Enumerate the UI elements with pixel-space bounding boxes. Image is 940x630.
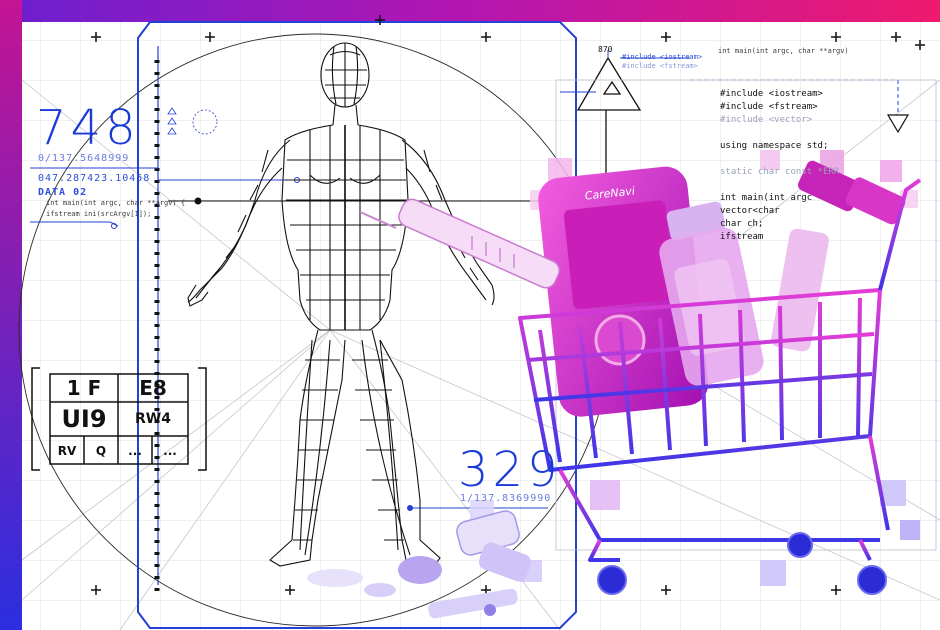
label-cell: 1 F (66, 376, 102, 400)
readout-bottom-sub: 1/137.8369990 (460, 493, 552, 504)
code-block: #include <iostream> #include <fstream> #… (720, 88, 839, 244)
code-line: #include <fstream> (720, 102, 818, 112)
label-cell: Q (95, 444, 107, 458)
code-line: ifstream (720, 232, 764, 242)
top-marker-line1: #include <iostream> (622, 53, 703, 61)
top-gradient-bar (0, 0, 940, 22)
label-cell: RV (57, 444, 77, 458)
code-line: #include <iostream> (720, 89, 823, 99)
top-marker-value: 870 (598, 45, 613, 54)
label-cell: UI9 (61, 405, 107, 433)
code-line: vector<char (720, 206, 780, 216)
readout-left-value: 748 (36, 100, 140, 156)
top-marker-line2: #include <fstream> (622, 62, 698, 70)
label-cell: ... (128, 444, 142, 458)
readout-left-sub: 0/137.5648999 (38, 153, 130, 164)
code-line: static char const *ERR (720, 167, 840, 177)
label-cell: RW4 (135, 411, 171, 427)
top-right-note: int main(int argc, char **argv) (718, 47, 849, 55)
readout-bottom-value: 329 (458, 442, 562, 498)
label-cell: ... (163, 444, 177, 458)
label-cell: E8 (139, 376, 167, 400)
code-line: #include <vector> (720, 115, 813, 125)
collage-stage: CareNavi 748 0/137.5648999 047.287423.10… (0, 0, 940, 630)
data-panel-label: DATA 02 (38, 187, 88, 198)
code-line: using namespace std; (720, 141, 829, 151)
data-panel-line2: ifstream ini(srcArgv[1]); (46, 210, 152, 218)
data-panel-line1: int main(int argc, char **argv) { (46, 199, 186, 207)
data-panel-coords: 047.287423.10458 (38, 173, 151, 184)
left-gradient-bar (0, 0, 22, 630)
code-line: int main(int argc (720, 193, 813, 203)
code-line: char ch; (720, 219, 764, 229)
